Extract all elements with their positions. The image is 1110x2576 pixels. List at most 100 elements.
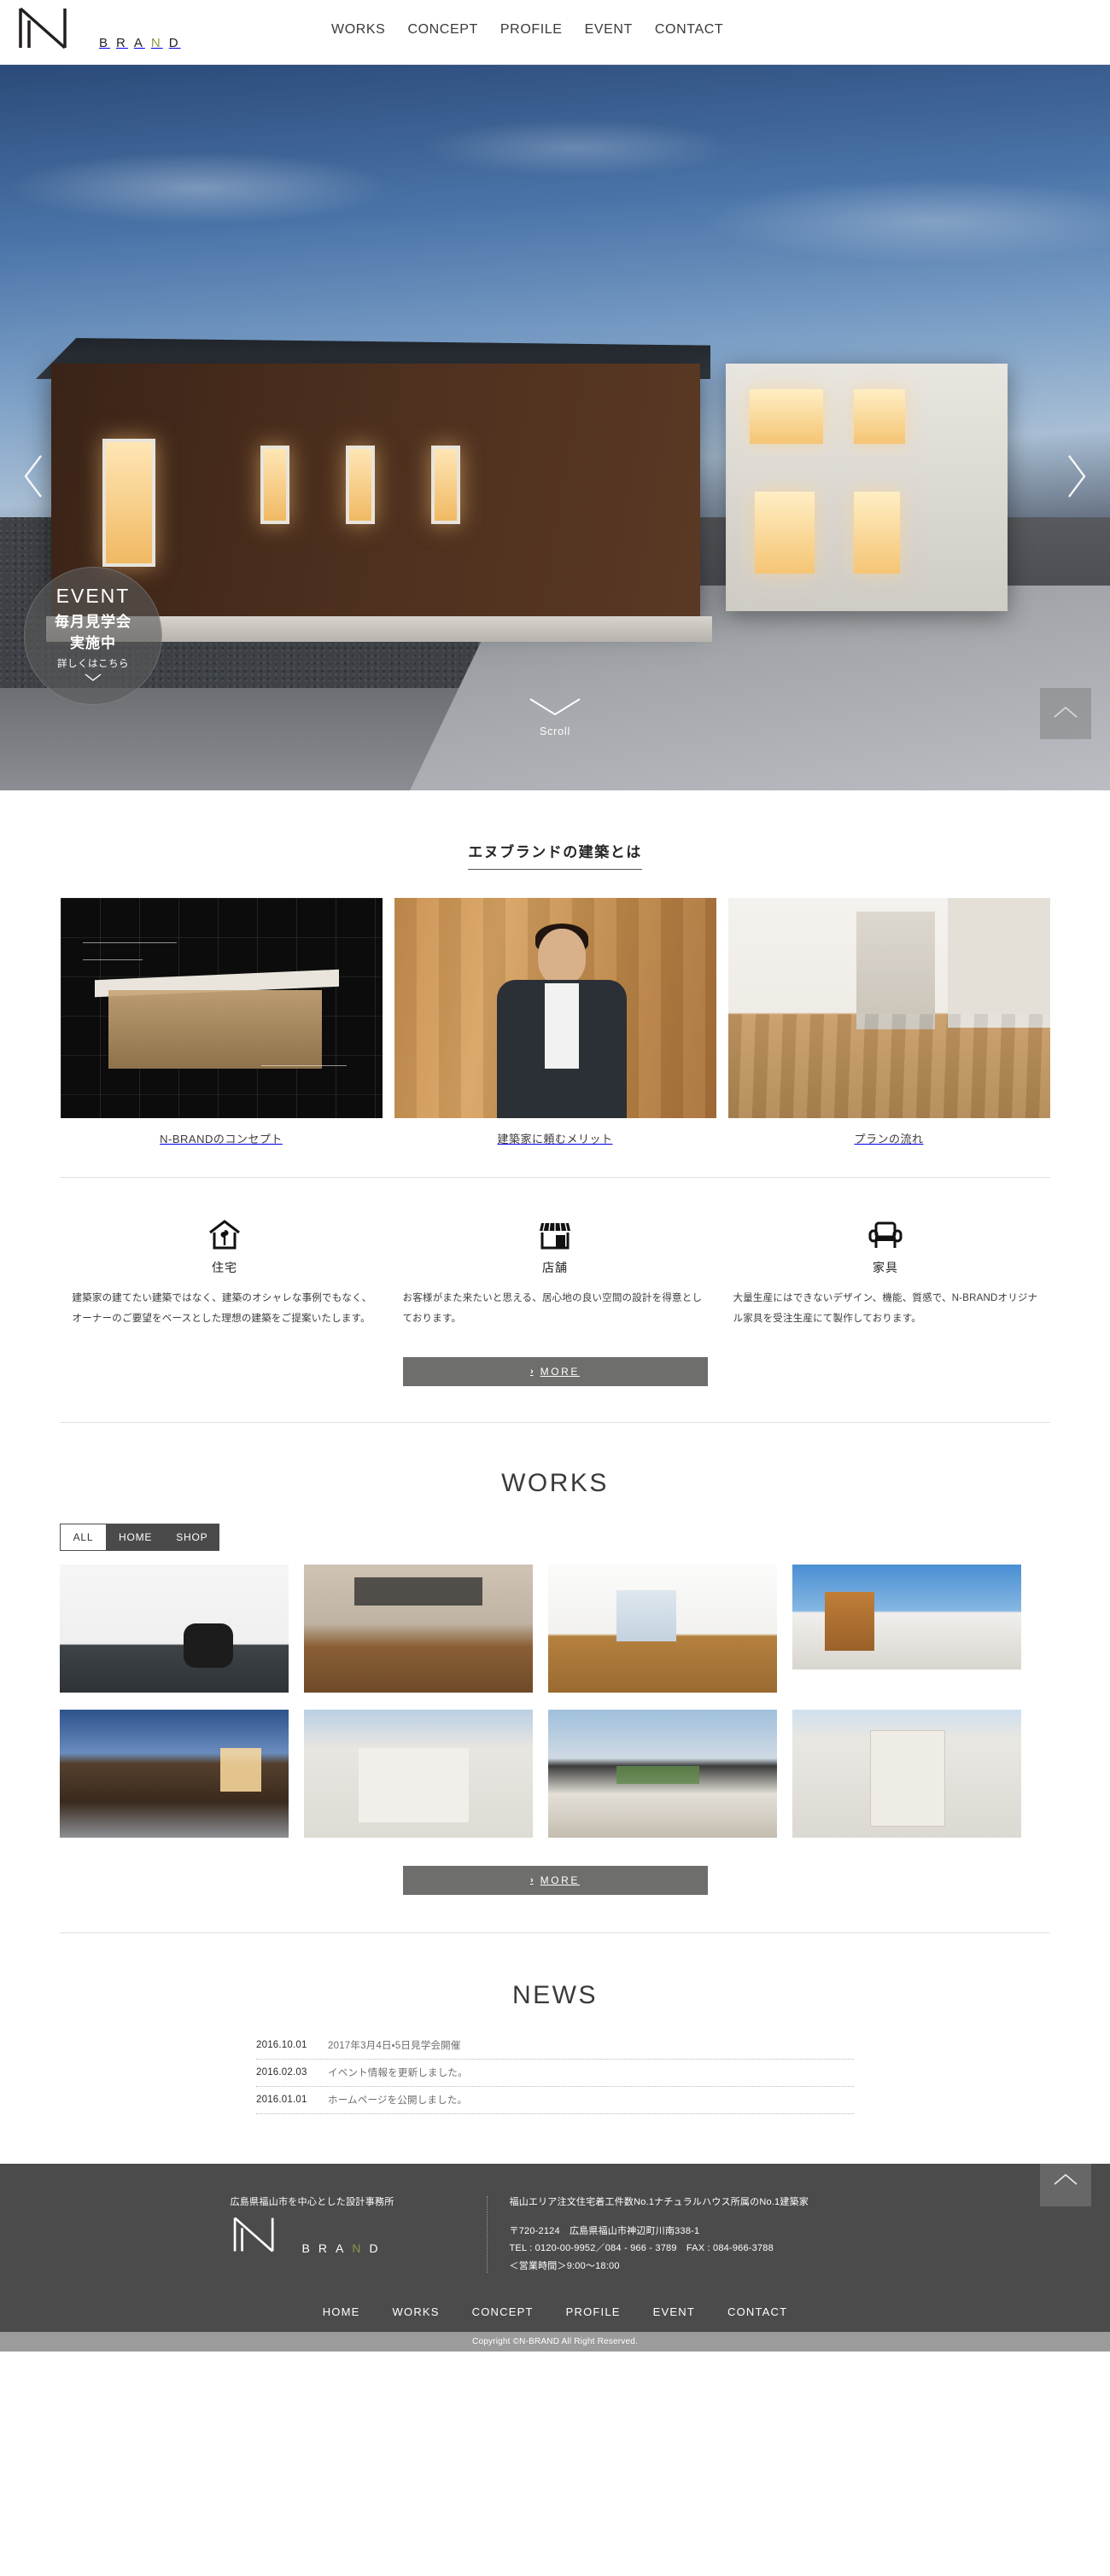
news-text: 2017年3月4日・5日見学会開催 bbox=[328, 2041, 461, 2052]
work-item[interactable] bbox=[60, 1565, 289, 1693]
nav-item-event[interactable]: EVENT bbox=[585, 22, 633, 38]
nav-item-works[interactable]: WORKS bbox=[331, 22, 385, 38]
n-brand-mark-icon bbox=[231, 2215, 297, 2258]
footer-headline: 福山エリア注文住宅着工件数No.1ナチュラルハウス所属のNo.1建築家 bbox=[509, 2197, 809, 2208]
logo-wordmark: B R A N D bbox=[99, 36, 181, 55]
n-brand-mark-icon bbox=[15, 5, 94, 55]
concept-more-button[interactable]: › MORE bbox=[402, 1357, 708, 1387]
scroll-label: Scroll bbox=[539, 726, 571, 737]
works-tab-home[interactable]: HOME bbox=[107, 1524, 165, 1552]
chevron-right-icon: › bbox=[529, 1875, 534, 1886]
feature-shop: 店舗 お客様がまた来たいと思える、居心地の良い空間の設計を得意としております。 bbox=[403, 1215, 708, 1329]
news-date: 2016.02.03 bbox=[256, 2067, 307, 2078]
news-title: NEWS bbox=[512, 1981, 598, 2010]
footer-logo-wordmark: B R A N D bbox=[302, 2241, 381, 2258]
footer-scroll-to-top-button[interactable] bbox=[1040, 2155, 1091, 2207]
feature-house: 住宅 建築家の建てたい建築ではなく、建築のオシャレな事例でもなく、オーナーのご要… bbox=[73, 1215, 377, 1329]
hero-main-house bbox=[36, 338, 712, 642]
architect-portrait-image bbox=[394, 898, 716, 1118]
storefront-icon bbox=[403, 1215, 708, 1251]
copyright-bar: Copyright ©N-BRAND All Right Reserved. bbox=[0, 2332, 1110, 2352]
logo-letter-b: B bbox=[99, 36, 111, 50]
work-item[interactable] bbox=[548, 1710, 777, 1839]
scroll-to-top-button[interactable] bbox=[1040, 688, 1091, 739]
news-date: 2016.01.01 bbox=[256, 2095, 307, 2106]
footer-tel-fax: TEL : 0120-00-9952／084 - 966 - 3789 FAX … bbox=[509, 2243, 774, 2254]
hero-next-arrow-icon[interactable] bbox=[1062, 451, 1091, 502]
news-item[interactable]: 2016.01.01 ホームページを公開しました。 bbox=[256, 2087, 854, 2115]
work-item[interactable] bbox=[792, 1565, 1021, 1670]
concept-card-caption: N-BRANDのコンセプト bbox=[160, 1133, 283, 1145]
hero-clouds bbox=[0, 99, 1110, 321]
feature-text: お客様がまた来たいと思える、居心地の良い空間の設計を得意としております。 bbox=[402, 1293, 703, 1324]
works-more-label: MORE bbox=[540, 1874, 581, 1887]
news-item[interactable]: 2016.02.03 イベント情報を更新しました。 bbox=[256, 2060, 854, 2088]
works-filter-tabs: ALL HOME SHOP bbox=[60, 1524, 1050, 1552]
hero-slider: EVENT 毎月見学会 実施中 詳しくはこちら Scroll bbox=[0, 65, 1110, 790]
feature-text: 建築家の建てたい建築ではなく、建築のオシャレな事例でもなく、オーナーのご要望をベ… bbox=[72, 1293, 372, 1324]
chevron-right-icon: › bbox=[529, 1367, 534, 1378]
event-badge-link: 詳しくはこちら bbox=[57, 659, 129, 670]
nav-item-contact[interactable]: CONTACT bbox=[655, 22, 723, 38]
work-item[interactable] bbox=[548, 1565, 777, 1693]
works-more-button[interactable]: › MORE bbox=[402, 1866, 708, 1896]
footer-nav-item-home[interactable]: HOME bbox=[323, 2305, 360, 2318]
chevron-up-icon bbox=[1053, 705, 1078, 723]
feature-text: 大量生産にはできないデザイン、機能、質感で、N-BRANDオリジナル家具を受注生… bbox=[733, 1293, 1038, 1324]
concept-card-plan-flow[interactable]: プランの流れ bbox=[727, 898, 1050, 1146]
hero-prev-arrow-icon[interactable] bbox=[19, 451, 48, 502]
logo-letter-a: A bbox=[133, 36, 145, 50]
footer-nav-item-profile[interactable]: PROFILE bbox=[566, 2305, 621, 2318]
news-item[interactable]: 2016.10.01 2017年3月4日・5日見学会開催 bbox=[256, 2032, 854, 2060]
concept-section: エヌブランドの建築とは N-BRANDのコンセプト 建築家に頼むメリット プラン… bbox=[0, 790, 1110, 1424]
works-tab-shop[interactable]: SHOP bbox=[164, 1524, 220, 1552]
work-item[interactable] bbox=[304, 1565, 533, 1693]
feature-label: 住宅 bbox=[212, 1261, 237, 1274]
work-item[interactable] bbox=[60, 1710, 289, 1839]
news-text: ホームページを公開しました。 bbox=[328, 2095, 468, 2107]
works-title: WORKS bbox=[501, 1469, 609, 1498]
site-logo[interactable]: B R A N D bbox=[15, 5, 181, 55]
concept-card-image bbox=[394, 898, 716, 1118]
works-tab-all[interactable]: ALL bbox=[60, 1524, 107, 1552]
feature-row: 住宅 建築家の建てたい建築ではなく、建築のオシャレな事例でもなく、オーナーのご要… bbox=[60, 1178, 1050, 1329]
event-badge-line-one: 毎月見学会 bbox=[55, 614, 131, 631]
footer-postal-address: 〒720-2124 広島県福山市神辺町川南338-1 bbox=[509, 2226, 700, 2237]
footer-navigation: HOME WORKS CONCEPT PROFILE EVENT CONTACT bbox=[0, 2305, 1110, 2332]
interior-hallway-image bbox=[727, 898, 1050, 1118]
footer-nav-item-works[interactable]: WORKS bbox=[393, 2305, 440, 2318]
concept-heading-wrap: エヌブランドの建築とは bbox=[60, 840, 1050, 870]
event-badge[interactable]: EVENT 毎月見学会 実施中 詳しくはこちら bbox=[24, 567, 162, 705]
footer-logo-letter-a: A bbox=[335, 2241, 347, 2256]
hero-secondary-building bbox=[726, 364, 1008, 611]
nav-item-profile[interactable]: PROFILE bbox=[500, 22, 563, 38]
site-header: B R A N D WORKS CONCEPT PROFILE EVENT CO… bbox=[0, 0, 1110, 65]
footer-contact-block: 福山エリア注文住宅着工件数No.1ナチュラルハウス所属のNo.1建築家 〒720… bbox=[488, 2194, 880, 2275]
event-badge-line-two: 実施中 bbox=[70, 635, 116, 652]
work-item[interactable] bbox=[792, 1710, 1021, 1839]
blueprint-sketch-image bbox=[60, 898, 383, 1118]
news-date: 2016.10.01 bbox=[256, 2040, 307, 2051]
feature-furniture: 家具 大量生産にはできないデザイン、機能、質感で、N-BRANDオリジナル家具を… bbox=[733, 1215, 1038, 1329]
scroll-indicator[interactable]: Scroll bbox=[529, 697, 581, 737]
footer-logo-letter-r: R bbox=[318, 2241, 330, 2256]
footer-address-block: 〒720-2124 広島県福山市神辺町川南338-1 TEL : 0120-00… bbox=[510, 2223, 880, 2275]
concept-card-merit[interactable]: 建築家に頼むメリット bbox=[394, 898, 716, 1146]
footer-logo[interactable]: B R A N D bbox=[231, 2215, 464, 2258]
works-grid bbox=[60, 1565, 1050, 1839]
nav-item-concept[interactable]: CONCEPT bbox=[407, 22, 477, 38]
chevron-down-icon bbox=[84, 671, 102, 686]
main-navigation: WORKS CONCEPT PROFILE EVENT CONTACT bbox=[331, 22, 723, 38]
site-footer: 広島県福山市を中心とした設計事務所 B R A N D 福山エリア注文住宅着工件… bbox=[0, 2155, 1110, 2352]
footer-nav-item-contact[interactable]: CONTACT bbox=[727, 2305, 787, 2318]
logo-letter-r: R bbox=[116, 36, 128, 50]
work-item[interactable] bbox=[304, 1710, 533, 1839]
news-list: 2016.10.01 2017年3月4日・5日見学会開催 2016.02.03 … bbox=[256, 2032, 854, 2115]
concept-card-image bbox=[727, 898, 1050, 1118]
armchair-icon bbox=[733, 1215, 1038, 1251]
concept-card-caption: プランの流れ bbox=[854, 1133, 924, 1145]
footer-nav-item-concept[interactable]: CONCEPT bbox=[472, 2305, 534, 2318]
footer-nav-item-event[interactable]: EVENT bbox=[653, 2305, 695, 2318]
logo-letter-n: N bbox=[150, 36, 163, 50]
concept-card-concept[interactable]: N-BRANDのコンセプト bbox=[60, 898, 383, 1146]
